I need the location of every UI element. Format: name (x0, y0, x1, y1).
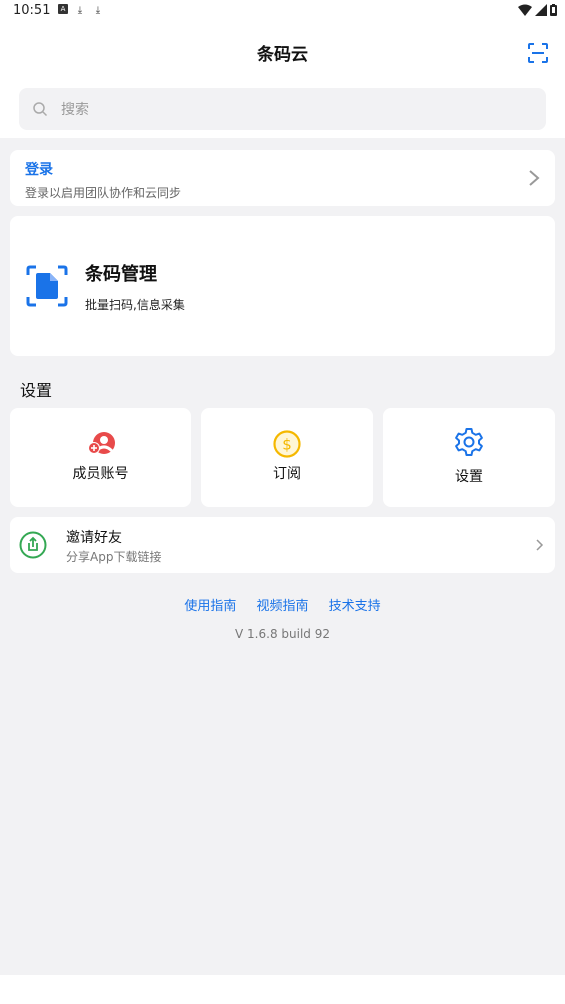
version-text: V 1.6.8 build 92 (235, 627, 330, 641)
notification-icon: A (58, 4, 68, 14)
login-card[interactable]: 登录 登录以启用团队协作和云同步 (10, 150, 555, 206)
share-icon (19, 531, 47, 559)
invite-subtitle: 分享App下载链接 (66, 550, 162, 564)
barcode-management-card[interactable]: 条码管理 批量扫码,信息采集 (10, 216, 555, 356)
member-account-icon (87, 432, 115, 454)
member-account-tile[interactable]: 成员账号 (10, 408, 191, 507)
dollar-coin-icon: $ (273, 430, 301, 458)
subscription-label: 订阅 (273, 466, 301, 482)
signal-icon (535, 4, 547, 16)
app-bar: 条码云 (0, 24, 565, 80)
status-time: 10:51 (13, 3, 51, 18)
main-content: 登录 登录以启用团队协作和云同步 条码管理 批量扫码,信息采集 设置 成员账号 (0, 138, 565, 975)
document-scan-icon (26, 265, 68, 307)
help-links: 使用指南 视频指南 技术支持 (0, 595, 565, 614)
chevron-right-icon (536, 539, 544, 551)
invite-title: 邀请好友 (66, 530, 122, 546)
search-section: 搜索 (0, 80, 565, 138)
user-guide-link[interactable]: 使用指南 (184, 599, 236, 614)
gear-icon (455, 428, 483, 456)
login-subtitle: 登录以启用团队协作和云同步 (25, 186, 182, 200)
subscription-tile[interactable]: $ 订阅 (201, 408, 373, 507)
wifi-icon (518, 4, 532, 16)
bottom-bar (0, 975, 565, 1004)
page-title: 条码云 (257, 45, 308, 65)
svg-text:$: $ (282, 436, 292, 454)
tech-support-link[interactable]: 技术支持 (329, 599, 381, 614)
invite-friends-card[interactable]: 邀请好友 分享App下载链接 (10, 517, 555, 573)
battery-icon (550, 4, 557, 16)
search-placeholder: 搜索 (61, 102, 89, 118)
member-account-label: 成员账号 (72, 466, 129, 482)
status-bar: 10:51 A ⤓ ⤓ (0, 0, 565, 24)
scan-icon[interactable] (527, 42, 549, 64)
barcode-title: 条码管理 (85, 264, 157, 285)
download-icon-2: ⤓ (95, 4, 101, 16)
settings-section-title: 设置 (20, 381, 53, 400)
settings-tile[interactable]: 设置 (383, 408, 555, 507)
search-input[interactable]: 搜索 (19, 88, 546, 130)
video-guide-link[interactable]: 视频指南 (256, 599, 308, 614)
download-icon: ⤓ (77, 4, 83, 16)
settings-label: 设置 (455, 469, 483, 485)
barcode-subtitle: 批量扫码,信息采集 (85, 298, 185, 312)
search-icon (33, 102, 48, 117)
chevron-right-icon (529, 170, 540, 186)
login-title: 登录 (25, 162, 53, 178)
